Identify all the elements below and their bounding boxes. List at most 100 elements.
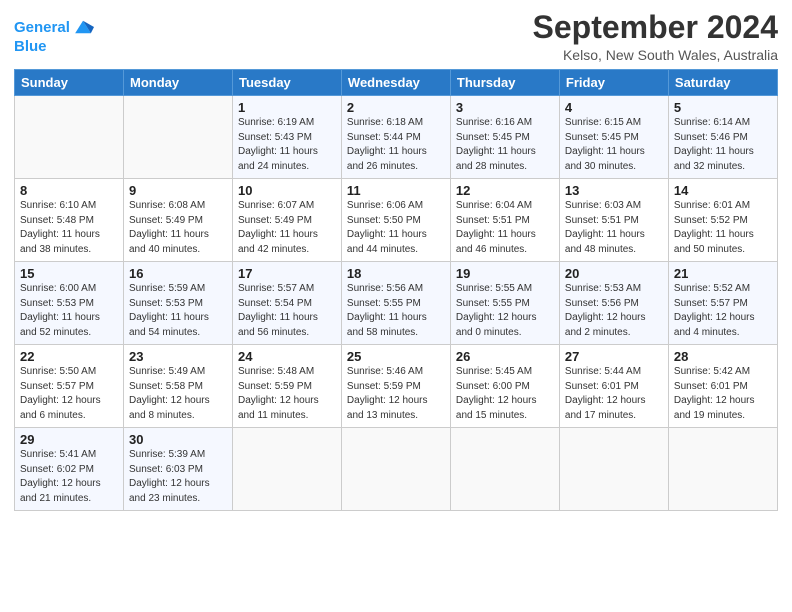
- calendar-table: SundayMondayTuesdayWednesdayThursdayFrid…: [14, 69, 778, 511]
- day-number: 10: [238, 183, 336, 198]
- day-info: Sunrise: 6:19 AMSunset: 5:43 PMDaylight:…: [238, 116, 336, 174]
- calendar-cell: 21Sunrise: 5:52 AMSunset: 5:57 PMDayligh…: [668, 262, 777, 345]
- page-title: September 2024: [533, 10, 778, 45]
- calendar-week-0: 1Sunrise: 6:19 AMSunset: 5:43 PMDaylight…: [15, 96, 778, 179]
- day-info: Sunrise: 5:50 AMSunset: 5:57 PMDaylight:…: [20, 365, 118, 423]
- calendar-week-2: 15Sunrise: 6:00 AMSunset: 5:53 PMDayligh…: [15, 262, 778, 345]
- calendar-week-4: 29Sunrise: 5:41 AMSunset: 6:02 PMDayligh…: [15, 428, 778, 511]
- calendar-cell: 29Sunrise: 5:41 AMSunset: 6:02 PMDayligh…: [15, 428, 124, 511]
- day-info: Sunrise: 6:15 AMSunset: 5:45 PMDaylight:…: [565, 116, 663, 174]
- title-block: September 2024 Kelso, New South Wales, A…: [533, 10, 778, 63]
- calendar-body: 1Sunrise: 6:19 AMSunset: 5:43 PMDaylight…: [15, 96, 778, 511]
- calendar-cell: [124, 96, 233, 179]
- calendar-cell: 10Sunrise: 6:07 AMSunset: 5:49 PMDayligh…: [233, 179, 342, 262]
- day-number: 21: [674, 266, 772, 281]
- day-info: Sunrise: 6:18 AMSunset: 5:44 PMDaylight:…: [347, 116, 445, 174]
- calendar-cell: 8Sunrise: 6:10 AMSunset: 5:48 PMDaylight…: [15, 179, 124, 262]
- calendar-cell: 16Sunrise: 5:59 AMSunset: 5:53 PMDayligh…: [124, 262, 233, 345]
- day-number: 26: [456, 349, 554, 364]
- day-info: Sunrise: 5:46 AMSunset: 5:59 PMDaylight:…: [347, 365, 445, 423]
- day-info: Sunrise: 6:03 AMSunset: 5:51 PMDaylight:…: [565, 199, 663, 257]
- col-header-saturday: Saturday: [668, 70, 777, 96]
- day-number: 22: [20, 349, 118, 364]
- day-info: Sunrise: 5:44 AMSunset: 6:01 PMDaylight:…: [565, 365, 663, 423]
- calendar-cell: 28Sunrise: 5:42 AMSunset: 6:01 PMDayligh…: [668, 345, 777, 428]
- day-info: Sunrise: 5:52 AMSunset: 5:57 PMDaylight:…: [674, 282, 772, 340]
- calendar-cell: [668, 428, 777, 511]
- day-info: Sunrise: 5:39 AMSunset: 6:03 PMDaylight:…: [129, 448, 227, 506]
- calendar-cell: 24Sunrise: 5:48 AMSunset: 5:59 PMDayligh…: [233, 345, 342, 428]
- calendar-cell: 5Sunrise: 6:14 AMSunset: 5:46 PMDaylight…: [668, 96, 777, 179]
- calendar-cell: 18Sunrise: 5:56 AMSunset: 5:55 PMDayligh…: [341, 262, 450, 345]
- calendar-cell: 15Sunrise: 6:00 AMSunset: 5:53 PMDayligh…: [15, 262, 124, 345]
- day-info: Sunrise: 5:42 AMSunset: 6:01 PMDaylight:…: [674, 365, 772, 423]
- day-number: 23: [129, 349, 227, 364]
- day-info: Sunrise: 6:06 AMSunset: 5:50 PMDaylight:…: [347, 199, 445, 257]
- day-number: 9: [129, 183, 227, 198]
- day-number: 29: [20, 432, 118, 447]
- calendar-cell: 25Sunrise: 5:46 AMSunset: 5:59 PMDayligh…: [341, 345, 450, 428]
- col-header-friday: Friday: [559, 70, 668, 96]
- calendar-cell: 19Sunrise: 5:55 AMSunset: 5:55 PMDayligh…: [450, 262, 559, 345]
- day-number: 14: [674, 183, 772, 198]
- logo-text: General: [14, 20, 70, 37]
- page-subtitle: Kelso, New South Wales, Australia: [533, 47, 778, 63]
- calendar-cell: [233, 428, 342, 511]
- calendar-week-3: 22Sunrise: 5:50 AMSunset: 5:57 PMDayligh…: [15, 345, 778, 428]
- page: General Blue September 2024 Kelso, New S…: [0, 0, 792, 612]
- calendar-cell: 4Sunrise: 6:15 AMSunset: 5:45 PMDaylight…: [559, 96, 668, 179]
- calendar-cell: 12Sunrise: 6:04 AMSunset: 5:51 PMDayligh…: [450, 179, 559, 262]
- col-header-tuesday: Tuesday: [233, 70, 342, 96]
- col-header-wednesday: Wednesday: [341, 70, 450, 96]
- day-info: Sunrise: 5:45 AMSunset: 6:00 PMDaylight:…: [456, 365, 554, 423]
- day-info: Sunrise: 6:07 AMSunset: 5:49 PMDaylight:…: [238, 199, 336, 257]
- day-info: Sunrise: 5:56 AMSunset: 5:55 PMDaylight:…: [347, 282, 445, 340]
- calendar-cell: [559, 428, 668, 511]
- calendar-cell: 23Sunrise: 5:49 AMSunset: 5:58 PMDayligh…: [124, 345, 233, 428]
- calendar-cell: [15, 96, 124, 179]
- calendar-cell: 14Sunrise: 6:01 AMSunset: 5:52 PMDayligh…: [668, 179, 777, 262]
- day-number: 17: [238, 266, 336, 281]
- day-number: 24: [238, 349, 336, 364]
- logo: General Blue: [14, 16, 94, 55]
- day-info: Sunrise: 6:04 AMSunset: 5:51 PMDaylight:…: [456, 199, 554, 257]
- day-info: Sunrise: 5:53 AMSunset: 5:56 PMDaylight:…: [565, 282, 663, 340]
- calendar-cell: 3Sunrise: 6:16 AMSunset: 5:45 PMDaylight…: [450, 96, 559, 179]
- calendar-cell: 2Sunrise: 6:18 AMSunset: 5:44 PMDaylight…: [341, 96, 450, 179]
- day-info: Sunrise: 6:10 AMSunset: 5:48 PMDaylight:…: [20, 199, 118, 257]
- day-number: 27: [565, 349, 663, 364]
- day-number: 28: [674, 349, 772, 364]
- day-number: 19: [456, 266, 554, 281]
- day-info: Sunrise: 5:55 AMSunset: 5:55 PMDaylight:…: [456, 282, 554, 340]
- day-number: 4: [565, 100, 663, 115]
- day-info: Sunrise: 5:48 AMSunset: 5:59 PMDaylight:…: [238, 365, 336, 423]
- day-number: 15: [20, 266, 118, 281]
- calendar-cell: [450, 428, 559, 511]
- col-header-monday: Monday: [124, 70, 233, 96]
- calendar-cell: [341, 428, 450, 511]
- day-info: Sunrise: 6:14 AMSunset: 5:46 PMDaylight:…: [674, 116, 772, 174]
- logo-blue: Blue: [14, 38, 94, 55]
- calendar-cell: 30Sunrise: 5:39 AMSunset: 6:03 PMDayligh…: [124, 428, 233, 511]
- day-info: Sunrise: 5:57 AMSunset: 5:54 PMDaylight:…: [238, 282, 336, 340]
- calendar-week-1: 8Sunrise: 6:10 AMSunset: 5:48 PMDaylight…: [15, 179, 778, 262]
- day-number: 12: [456, 183, 554, 198]
- day-number: 30: [129, 432, 227, 447]
- col-header-sunday: Sunday: [15, 70, 124, 96]
- calendar-cell: 9Sunrise: 6:08 AMSunset: 5:49 PMDaylight…: [124, 179, 233, 262]
- day-info: Sunrise: 5:41 AMSunset: 6:02 PMDaylight:…: [20, 448, 118, 506]
- calendar-cell: 1Sunrise: 6:19 AMSunset: 5:43 PMDaylight…: [233, 96, 342, 179]
- day-number: 20: [565, 266, 663, 281]
- calendar-cell: 22Sunrise: 5:50 AMSunset: 5:57 PMDayligh…: [15, 345, 124, 428]
- day-info: Sunrise: 6:08 AMSunset: 5:49 PMDaylight:…: [129, 199, 227, 257]
- calendar-cell: 11Sunrise: 6:06 AMSunset: 5:50 PMDayligh…: [341, 179, 450, 262]
- day-number: 8: [20, 183, 118, 198]
- day-number: 13: [565, 183, 663, 198]
- day-info: Sunrise: 6:16 AMSunset: 5:45 PMDaylight:…: [456, 116, 554, 174]
- day-number: 25: [347, 349, 445, 364]
- calendar-cell: 13Sunrise: 6:03 AMSunset: 5:51 PMDayligh…: [559, 179, 668, 262]
- calendar-cell: 26Sunrise: 5:45 AMSunset: 6:00 PMDayligh…: [450, 345, 559, 428]
- day-number: 16: [129, 266, 227, 281]
- calendar-cell: 27Sunrise: 5:44 AMSunset: 6:01 PMDayligh…: [559, 345, 668, 428]
- calendar-cell: 20Sunrise: 5:53 AMSunset: 5:56 PMDayligh…: [559, 262, 668, 345]
